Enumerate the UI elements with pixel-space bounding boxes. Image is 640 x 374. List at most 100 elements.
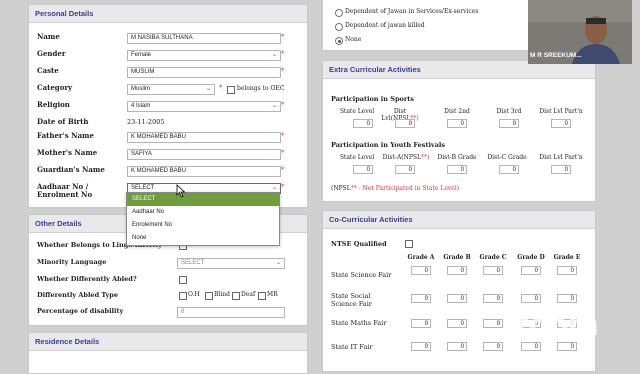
youth-dist-b-input[interactable]: 0	[447, 165, 467, 174]
co-grade-input[interactable]: 0	[411, 319, 431, 328]
youth-dist-part-input[interactable]: 0	[551, 165, 571, 174]
father-name-field[interactable]: K MOHAMED BABU	[127, 132, 281, 143]
grade-e-header: Grade E	[553, 254, 581, 261]
minority-language-select[interactable]: SELECT ⌄	[177, 258, 285, 269]
mouse-cursor-icon	[176, 184, 186, 198]
gender-select[interactable]: Female ⌄	[127, 50, 281, 61]
diff-type-label: Differently Abled Type	[37, 291, 118, 299]
youth-col-dist-c: Dist-C Grade	[487, 154, 527, 161]
dropdown-option-none[interactable]: None	[127, 232, 279, 245]
co-grade-input[interactable]: 0	[557, 294, 577, 303]
father-label: Father's Name	[37, 131, 94, 140]
required-mark: *	[281, 50, 285, 58]
gender-value: Female	[131, 52, 152, 58]
dependent-serving-label: Dependent of Jawan in Services/Ex-servic…	[345, 8, 479, 15]
youth-title: Participation in Youth Festivals	[331, 141, 446, 149]
npsl-note-a: (NPSL	[331, 185, 351, 192]
required-mark: *	[281, 33, 285, 41]
co-grade-input[interactable]: 0	[411, 294, 431, 303]
youth-state-input[interactable]: 0	[353, 165, 373, 174]
co-grade-input[interactable]: 0	[483, 342, 503, 351]
aadhaar-dropdown-list: SELECT Aadhaar No Enrolement No None	[126, 192, 280, 246]
video-participant-tile[interactable]: M R SREEKUM...	[528, 0, 632, 64]
dropdown-option-select[interactable]: SELECT	[127, 193, 279, 206]
co-grade-input[interactable]: 0	[411, 266, 431, 275]
co-grade-input[interactable]: 0	[521, 294, 541, 303]
co-grade-input[interactable]: 0	[411, 342, 431, 351]
dob-label: Date of Birth	[37, 117, 89, 126]
religion-value: 4 Islam	[131, 103, 151, 109]
residence-details-panel: Residence Details	[28, 332, 308, 374]
oec-checkbox[interactable]	[227, 86, 235, 94]
sports-col-dist-part: Dist Lvl Part'n	[539, 108, 583, 115]
sports-dist-lvl-input[interactable]: 0	[395, 119, 415, 128]
sports-dist-2nd-input[interactable]: 0	[447, 119, 467, 128]
diff-abled-checkbox[interactable]	[179, 276, 187, 284]
grade-c-header: Grade C	[479, 254, 507, 261]
co-grade-input[interactable]: 0	[447, 342, 467, 351]
npsl-note: (NPSL** - Not Participated in State Leve…	[331, 185, 459, 193]
sports-col-dist-2nd: Dist 2nd	[444, 108, 470, 115]
diff-abled-label: Whether Differently Abled?	[37, 275, 137, 283]
co-grade-input[interactable]: 0	[447, 266, 467, 275]
co-grade-input[interactable]: 0	[483, 266, 503, 275]
chevron-down-icon: ⌄	[275, 260, 281, 266]
dependent-none-radio[interactable]	[335, 37, 343, 45]
name-field[interactable]: M NASIBA SULTHANA	[127, 33, 281, 44]
caste-field[interactable]: MUSLIM	[127, 67, 281, 78]
youth-dist-c-input[interactable]: 0	[499, 165, 519, 174]
guardian-name-field[interactable]: K MOHAMED BABU	[127, 166, 281, 177]
sports-state-input[interactable]: 0	[353, 119, 373, 128]
grade-a-header: Grade A	[407, 254, 435, 261]
co-grade-input[interactable]: 0	[447, 294, 467, 303]
co-curricular-panel: Co-Curricular Activities NTSE Qualified …	[322, 210, 596, 372]
aadhaar-value: SELECT	[131, 185, 155, 191]
co-grade-input[interactable]: 0	[521, 342, 541, 351]
disability-pct-label: Percentage of disability	[37, 307, 124, 315]
co-grade-input[interactable]: 0	[557, 266, 577, 275]
co-row-label: State Science Fair	[331, 271, 392, 279]
zoom-watermark-logo: zoom	[512, 308, 599, 343]
oh-label: O.H	[188, 291, 200, 298]
grade-d-header: Grade D	[517, 254, 545, 261]
religion-label: Religion	[37, 100, 70, 109]
deaf-checkbox[interactable]	[232, 292, 240, 300]
youth-col-dist-a-stars: **)	[420, 154, 430, 161]
sports-dist-part-input[interactable]: 0	[551, 119, 571, 128]
category-label: Category	[37, 83, 73, 92]
category-select[interactable]: Muslim ⌄	[127, 84, 215, 95]
dropdown-option-aadhaar[interactable]: Aadhaar No	[127, 206, 279, 219]
co-grade-input[interactable]: 0	[447, 319, 467, 328]
sports-dist-3rd-input[interactable]: 0	[499, 119, 519, 128]
disability-pct-field[interactable]: 0	[177, 307, 285, 318]
oh-checkbox[interactable]	[179, 292, 187, 300]
participant-name: M R SREEKUM...	[530, 52, 582, 59]
dependent-serving-radio[interactable]	[335, 9, 343, 17]
youth-col-dist-b: Dist-B Grade	[437, 154, 477, 161]
youth-dist-a-input[interactable]: 0	[395, 165, 415, 174]
aadhaar-label: Aadhaar No / Enrolment No	[37, 182, 93, 199]
blind-checkbox[interactable]	[205, 292, 213, 300]
co-row-label: State Maths Fair	[331, 319, 387, 327]
ntse-checkbox[interactable]	[405, 240, 413, 248]
co-grade-input[interactable]: 0	[521, 266, 541, 275]
co-grade-input[interactable]: 0	[557, 342, 577, 351]
required-mark: *	[281, 149, 285, 157]
name-label: Name	[37, 32, 60, 41]
oec-label: belongs to OEC	[237, 85, 285, 92]
chevron-down-icon: ⌄	[205, 86, 211, 92]
mother-name-field[interactable]: SAFIYA	[127, 149, 281, 160]
dropdown-option-enrolment[interactable]: Enrolement No	[127, 219, 279, 232]
mr-checkbox[interactable]	[258, 292, 266, 300]
extra-curricular-panel: Extra Curricular Activities Participatio…	[322, 60, 596, 202]
chevron-down-icon: ⌄	[271, 103, 277, 109]
sports-col-dist-3rd: Dist 3rd	[496, 108, 522, 115]
co-grade-input[interactable]: 0	[483, 319, 503, 328]
npsl-note-b: ** - Not Participated in State Level)	[350, 185, 460, 192]
dependent-killed-radio[interactable]	[335, 23, 343, 31]
co-grade-input[interactable]: 0	[483, 294, 503, 303]
caste-label: Caste	[37, 66, 59, 75]
youth-col-state: State Level	[339, 154, 375, 161]
dependent-none-label: None	[345, 36, 362, 43]
religion-select[interactable]: 4 Islam ⌄	[127, 101, 281, 112]
